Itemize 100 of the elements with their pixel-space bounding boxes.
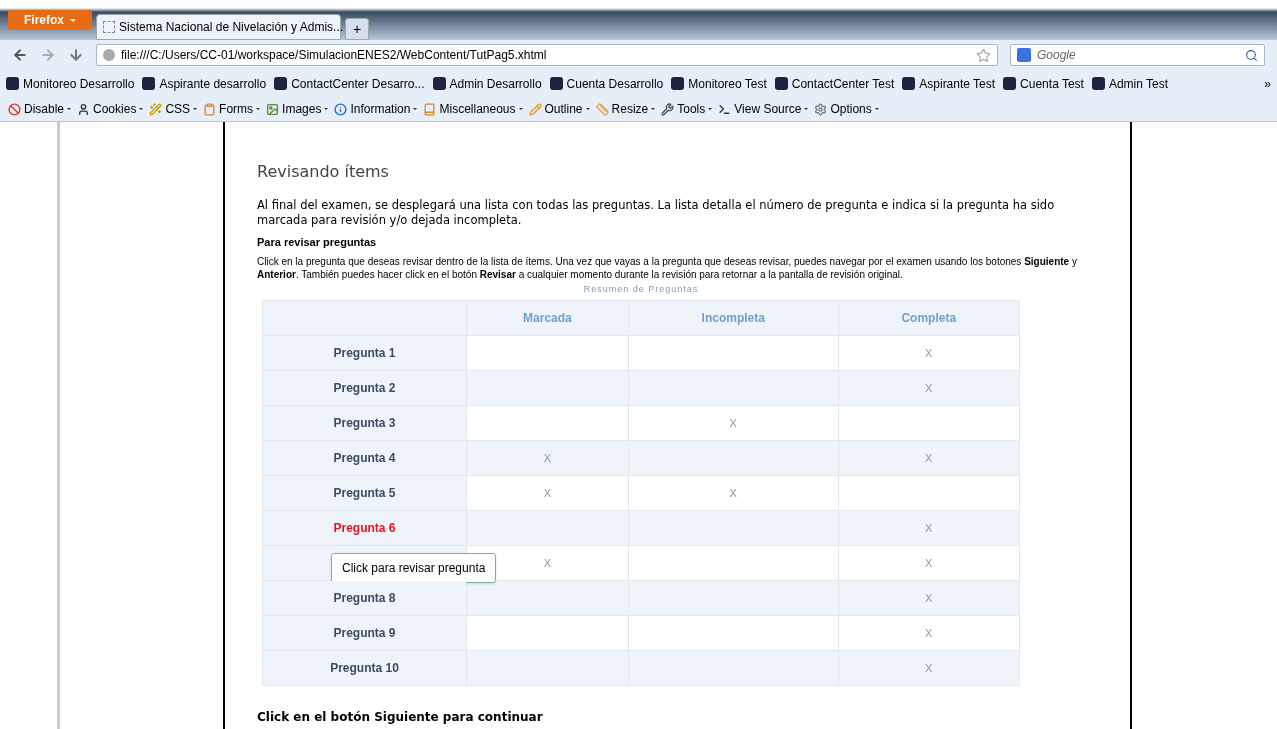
bookmark-icon xyxy=(549,77,563,90)
bookmark-link[interactable]: Aspirante Test xyxy=(902,74,996,93)
bookmark-icon xyxy=(6,77,19,90)
search-icon[interactable] xyxy=(1245,48,1258,62)
bookmark-link[interactable]: ContactCenter Test xyxy=(774,74,895,93)
bookmark-icon xyxy=(142,77,156,90)
bookmark-link[interactable]: Admin Test xyxy=(1091,74,1169,93)
pencil-icon xyxy=(528,102,542,116)
toolbar-menu-button[interactable]: Tools xyxy=(661,100,713,118)
back-icon[interactable] xyxy=(12,47,28,63)
question-link[interactable]: Pregunta 9 xyxy=(333,626,396,640)
column-header: Incompleta xyxy=(628,300,839,336)
caret-icon xyxy=(708,108,713,110)
question-link[interactable]: Pregunta 4 xyxy=(333,451,396,465)
search-field[interactable]: Google xyxy=(1010,44,1265,66)
overflow-chevron[interactable]: » xyxy=(1264,74,1271,93)
tab-title: Sistema Nacional de Nivelación y Admis... xyxy=(119,19,344,36)
bookmark-link[interactable]: Monitoreo Test xyxy=(671,74,767,93)
caret-icon xyxy=(651,108,656,110)
section-heading: Revisando ítems xyxy=(257,161,390,183)
image-icon xyxy=(266,102,280,116)
bookmark-icon xyxy=(902,77,916,90)
x-mark: X xyxy=(925,347,933,359)
caret-icon xyxy=(874,108,879,110)
toolbar-menu-button[interactable]: Resize xyxy=(595,100,656,118)
search-placeholder: Google xyxy=(1037,47,1077,64)
toolbar-menu-button[interactable]: Cookies xyxy=(77,100,144,118)
toolbar-menu-button[interactable]: Options xyxy=(814,100,879,118)
bookmark-icon xyxy=(671,77,685,90)
download-icon[interactable] xyxy=(68,47,84,63)
bookmark-icon xyxy=(774,77,788,90)
question-link[interactable]: Pregunta 2 xyxy=(333,381,396,395)
new-tab-button[interactable]: + xyxy=(345,18,369,40)
intro-paragraph: Al final del examen, se desplegará una lista con todas las preguntas. La lista detalla el número de pregunta e indica si la pregunta ha sido marcada para revisión y/o dejada incompleta. xyxy=(257,198,1056,228)
subheading: Para revisar preguntas xyxy=(257,235,378,250)
caret-icon xyxy=(67,108,72,110)
block-icon xyxy=(8,102,21,116)
x-mark: X xyxy=(543,452,552,464)
x-mark: X xyxy=(925,557,933,569)
toolbar-menu-button[interactable]: Images xyxy=(266,100,329,118)
toolbar-menu-button[interactable]: View Source xyxy=(718,100,809,118)
info-icon xyxy=(334,102,348,116)
tooltip: Click para revisar pregunta xyxy=(331,553,497,583)
globe-icon xyxy=(103,49,115,61)
x-mark: X xyxy=(925,662,933,674)
footer-instruction: Click en el botón Siguiente para continuar xyxy=(257,709,544,726)
page-icon xyxy=(103,21,115,33)
question-link[interactable]: Pregunta 3 xyxy=(333,416,396,430)
column-header: Completa xyxy=(838,300,1020,336)
caret-icon xyxy=(413,108,418,110)
bookmark-icon xyxy=(1003,77,1017,90)
question-link[interactable]: Pregunta 10 xyxy=(330,661,399,675)
x-mark: X xyxy=(925,452,933,464)
bookmark-link[interactable]: Admin Desarrollo xyxy=(432,74,542,93)
question-link[interactable]: Pregunta 8 xyxy=(333,591,396,605)
question-link[interactable]: Pregunta 6 xyxy=(333,521,396,535)
bookmark-link[interactable]: Aspirante desarrollo xyxy=(142,74,267,93)
column-header: Marcada xyxy=(466,300,629,336)
instructions-paragraph: Click en la pregunta que deseas revisar dentro de la lista de ítems. Una vez que vayas a la pregunta que deseas revisar, puedes navegar por el examen usando los botones Siguiente y Anterior. También puedes hacer click en el botón Revisar a cualquier momento durante la revisión para retornar a la pantalla de revisión original. xyxy=(257,254,1078,281)
wand-icon xyxy=(149,102,163,116)
caret-icon xyxy=(324,108,329,110)
toolbar-menu-button[interactable]: CSS xyxy=(149,100,198,118)
google-icon xyxy=(1017,48,1031,62)
x-mark: X xyxy=(543,557,552,569)
toolbar-menu-button[interactable]: Outline xyxy=(528,100,590,118)
url-field[interactable]: file:///C:/Users/CC-01/workspace/SimulacionENES2/WebContent/TutPag5.xhtml xyxy=(96,44,998,66)
caret-icon xyxy=(585,108,590,110)
ruler-icon xyxy=(595,102,609,116)
browser-tab[interactable]: Sistema Nacional de Nivelación y Admis... xyxy=(96,14,341,40)
x-mark: X xyxy=(729,417,737,429)
caret-icon xyxy=(256,108,261,110)
url-text: file:///C:/Users/CC-01/workspace/SimulacionENES2/WebContent/TutPag5.xhtml xyxy=(121,47,548,64)
bookmark-link[interactable]: Cuenta Desarrollo xyxy=(549,74,664,93)
caret-icon xyxy=(139,108,144,110)
toolbar-menu-button[interactable]: Disable xyxy=(8,100,72,118)
toolbar-menu-button[interactable]: Forms xyxy=(203,100,261,118)
forward-icon[interactable] xyxy=(40,47,56,63)
bookmark-link[interactable]: Monitoreo Desarrollo xyxy=(6,74,135,93)
toolbar-menu-button[interactable]: Information xyxy=(334,100,418,118)
table-caption: Resumen de Preguntas xyxy=(582,282,700,296)
terminal-icon xyxy=(718,102,732,116)
bookmark-link[interactable]: ContactCenter Desarro... xyxy=(274,74,425,93)
caret-icon xyxy=(518,108,523,110)
x-mark: X xyxy=(729,487,737,499)
star-icon[interactable] xyxy=(976,47,991,63)
caret-icon xyxy=(804,108,809,110)
wrench-icon xyxy=(661,102,675,116)
bookmark-icon xyxy=(1091,77,1105,90)
question-link[interactable]: Pregunta 5 xyxy=(333,486,396,500)
book-icon xyxy=(423,102,437,116)
caret-icon xyxy=(70,18,76,22)
gear-icon xyxy=(814,102,828,116)
bookmark-link[interactable]: Cuenta Test xyxy=(1003,74,1084,93)
x-mark: X xyxy=(543,487,552,499)
toolbar-menu-button[interactable]: Miscellaneous xyxy=(423,100,523,118)
question-link[interactable]: Pregunta 1 xyxy=(333,346,396,360)
bookmark-icon xyxy=(274,77,288,90)
bookmark-icon xyxy=(432,77,446,90)
x-mark: X xyxy=(925,382,933,394)
caret-icon xyxy=(193,108,198,110)
